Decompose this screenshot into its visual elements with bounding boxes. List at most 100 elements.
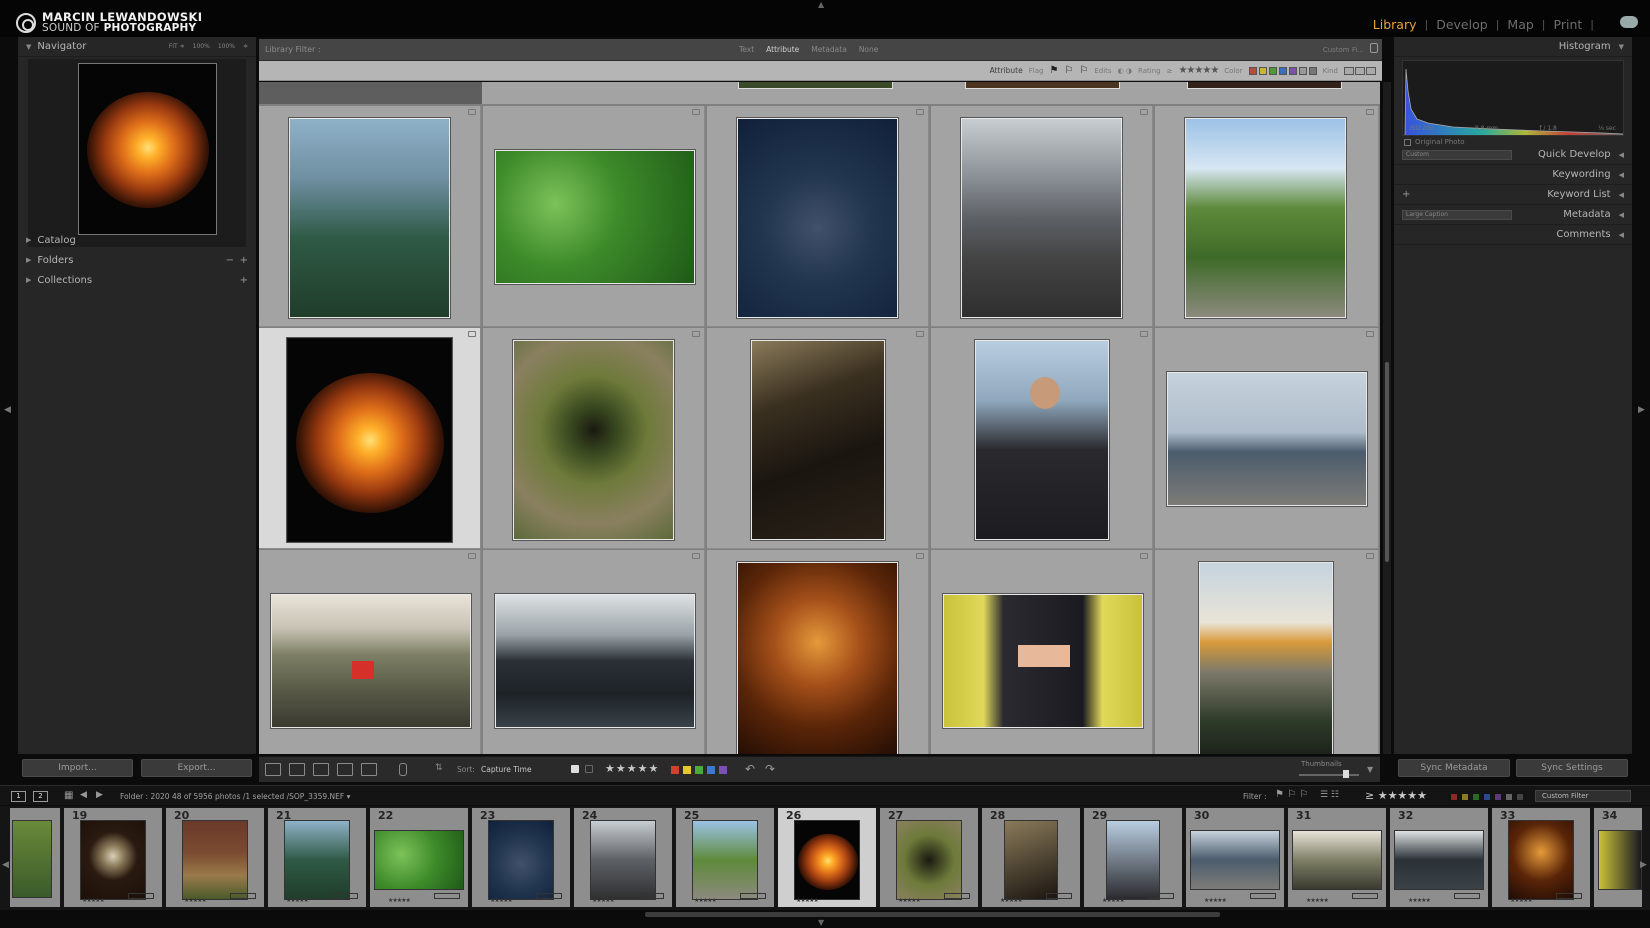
filmstrip-rating-filter[interactable]: ≥ ★★★★★	[1365, 789, 1427, 802]
rating-stars[interactable]: ★★★★★	[1178, 65, 1219, 76]
filmstrip-thumbnail[interactable]	[590, 820, 656, 900]
yellow-label-swatch[interactable]	[683, 766, 691, 774]
grid-cell-selected[interactable]	[259, 328, 481, 549]
grid-cell[interactable]	[483, 550, 705, 754]
grid-scrollbar[interactable]	[1383, 82, 1391, 754]
grid-cell[interactable]	[707, 328, 929, 549]
filter-tab-attribute[interactable]: Attribute	[766, 45, 799, 54]
none-swatch[interactable]	[1308, 66, 1317, 75]
navigator-header[interactable]: ▼ Navigator FIT ≑ 100% 100% ≑	[18, 37, 256, 57]
blue-filter-swatch[interactable]	[1483, 793, 1491, 801]
grid-cell[interactable]	[931, 550, 1153, 754]
filmstrip-thumbnail[interactable]	[1190, 830, 1280, 890]
filmstrip-cell[interactable]: 19 ★★★★★	[64, 808, 164, 907]
photo-thumbnail[interactable]	[495, 594, 695, 728]
red-swatch[interactable]	[1248, 66, 1257, 75]
grid-view-icon[interactable]	[265, 763, 281, 776]
blue-label-swatch[interactable]	[707, 766, 715, 774]
zoom-more[interactable]: ≑	[243, 43, 248, 50]
comments-header[interactable]: Comments ◀	[1394, 225, 1632, 245]
metadata-preset-select[interactable]: Large Caption	[1402, 210, 1512, 220]
quick-develop-preset-select[interactable]: Custom	[1402, 150, 1512, 160]
photo-thumbnail[interactable]	[1199, 562, 1333, 754]
photo-thumbnail[interactable]	[751, 340, 885, 540]
filmstrip-thumbnail[interactable]	[1004, 820, 1058, 900]
filmstrip-thumbnail[interactable]	[284, 820, 350, 900]
blue-swatch[interactable]	[1278, 66, 1287, 75]
filmstrip-cell[interactable]	[10, 808, 62, 907]
spray-can-icon[interactable]	[399, 763, 407, 776]
rotate-left-icon[interactable]: ↶	[745, 762, 755, 776]
filmstrip-edit-icons[interactable]: ☰ ☷	[1320, 790, 1339, 800]
filmstrip-cell[interactable]: 28 ★★★★★	[982, 808, 1082, 907]
grid-cell[interactable]	[1155, 550, 1379, 754]
toolbar-menu-chevron-icon[interactable]: ▼	[1367, 765, 1373, 774]
custom-swatch[interactable]	[1298, 66, 1307, 75]
filmstrip-cell[interactable]: 25 ★★★★★	[676, 808, 776, 907]
filmstrip-thumbnail[interactable]	[1394, 830, 1484, 890]
filmstrip-thumbnail[interactable]	[12, 820, 52, 898]
filmstrip-thumbnail[interactable]	[1106, 820, 1160, 900]
grid-cell[interactable]	[707, 106, 929, 327]
filmstrip-scrollbar[interactable]	[645, 912, 1220, 917]
reject-flag-icon[interactable]	[585, 765, 593, 773]
lock-icon[interactable]	[1370, 43, 1378, 53]
red-filter-swatch[interactable]	[1450, 793, 1458, 801]
pick-flag-icon[interactable]	[571, 765, 579, 773]
photo-thumbnail[interactable]	[737, 562, 898, 754]
zoom-100b[interactable]: 100%	[218, 43, 235, 50]
grid-cell[interactable]	[483, 106, 705, 327]
photo-thumbnail[interactable]	[737, 118, 898, 318]
filter-tab-metadata[interactable]: Metadata	[811, 45, 847, 54]
toolbar-rating-stars[interactable]: ★★★★★	[605, 762, 659, 775]
filmstrip-left-chevron-icon[interactable]: ◀	[2, 860, 9, 870]
no-label-filter-swatch[interactable]	[1516, 793, 1524, 801]
grid-cell[interactable]	[483, 328, 705, 549]
back-arrow-icon[interactable]: ◀	[80, 790, 87, 800]
filmstrip-thumbnail[interactable]	[896, 820, 962, 900]
sync-metadata-button[interactable]: Sync Metadata	[1398, 759, 1510, 777]
filmstrip-cell[interactable]: 27 ★★★★★	[880, 808, 980, 907]
zoom-fit[interactable]: FIT ≑	[169, 43, 185, 50]
filmstrip-cell-selected[interactable]: 26 ★★★★★	[778, 808, 878, 907]
edits-icons[interactable]: ◐ ◑	[1118, 67, 1132, 75]
forward-arrow-icon[interactable]: ▶	[96, 790, 103, 800]
filmstrip-thumbnail[interactable]	[374, 830, 464, 890]
filmstrip-cell[interactable]: 22 ★★★★★	[370, 808, 470, 907]
collections-section[interactable]: ▶ Collections +	[18, 270, 256, 290]
filmstrip-cell[interactable]: 34	[1594, 808, 1644, 907]
catalog-section[interactable]: ▶ Catalog	[18, 230, 256, 250]
flag-unflagged-icon[interactable]: ⚐	[1064, 65, 1073, 76]
keyword-list-header[interactable]: + Keyword List ◀	[1394, 185, 1632, 205]
photo-thumbnail[interactable]	[495, 150, 695, 284]
filmstrip-cell[interactable]: 24 ★★★★★	[574, 808, 674, 907]
purple-swatch[interactable]	[1288, 66, 1297, 75]
filmstrip-thumbnail[interactable]	[1598, 830, 1642, 890]
thumbnail-slider-knob[interactable]	[1343, 770, 1349, 778]
navigator-thumbnail[interactable]	[78, 63, 217, 235]
keywording-header[interactable]: Keywording ◀	[1394, 165, 1632, 185]
module-map[interactable]: Map	[1507, 17, 1533, 32]
filmstrip-thumbnail[interactable]	[692, 820, 758, 900]
filmstrip-thumbnail[interactable]	[488, 820, 554, 900]
filmstrip-cell[interactable]: 23 ★★★★★	[472, 808, 572, 907]
zoom-100[interactable]: 100%	[193, 43, 210, 50]
cloud-sync-icon[interactable]	[1620, 16, 1638, 28]
filter-tab-none[interactable]: None	[859, 45, 879, 54]
custom-filter-swatch[interactable]	[1505, 793, 1513, 801]
histogram-header[interactable]: Histogram ▼	[1394, 37, 1632, 57]
filmstrip-source-info[interactable]: Folder : 2020 48 of 5956 photos /1 selec…	[120, 792, 350, 801]
collapse-top-chevron-icon[interactable]: ▲	[818, 0, 824, 9]
thumbnail-size-slider[interactable]	[1299, 774, 1359, 776]
flag-reject-icon[interactable]: ⚐	[1079, 65, 1088, 76]
photo-thumbnail-selected[interactable]	[287, 338, 452, 542]
photo-thumbnail[interactable]	[1167, 372, 1367, 506]
green-label-swatch[interactable]	[695, 766, 703, 774]
filmstrip-thumbnail[interactable]	[182, 820, 248, 900]
green-swatch[interactable]	[1268, 66, 1277, 75]
filmstrip-right-chevron-icon[interactable]: ▶	[1640, 860, 1647, 870]
filmstrip-cell[interactable]: 32 ★★★★★	[1390, 808, 1490, 907]
metadata-header[interactable]: Large Caption Metadata ◀	[1394, 205, 1632, 225]
photo-thumbnail[interactable]	[513, 340, 674, 540]
filmstrip-flag-icons[interactable]: ⚑ ⚐ ⚐	[1275, 789, 1308, 800]
